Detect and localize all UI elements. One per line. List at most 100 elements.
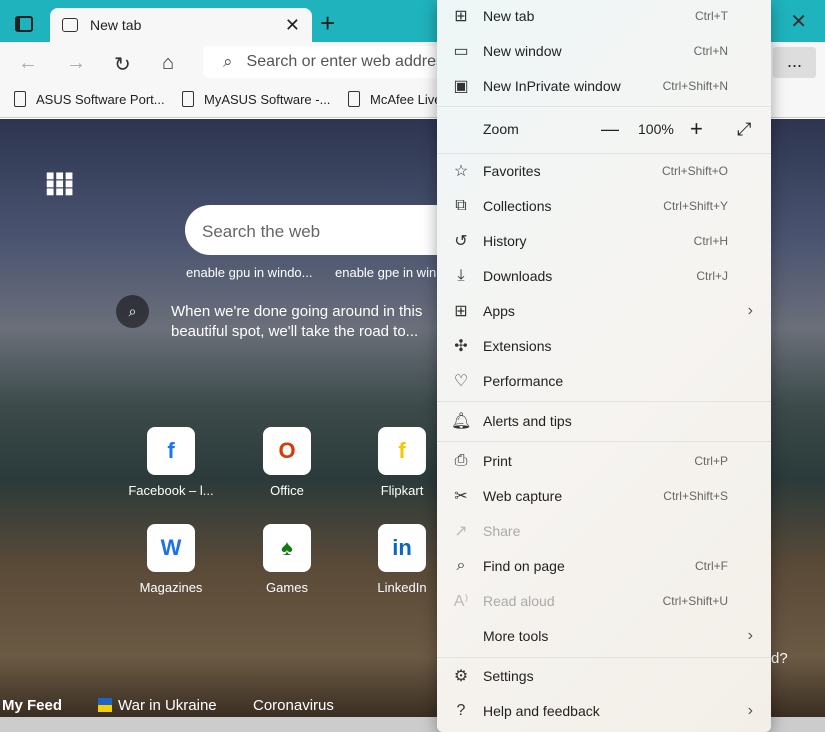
menu-item[interactable]: ? Help and feedback › [437, 694, 771, 728]
new-tab-button[interactable]: + [320, 8, 335, 39]
tab-actions-icon[interactable] [15, 16, 33, 32]
image-caption[interactable]: When we're done going around in this bea… [171, 302, 441, 342]
menu-item-label: Collections [483, 198, 552, 214]
favorites-icon: ☆ [453, 163, 469, 180]
menu-item-label: Help and feedback [483, 703, 600, 719]
web-search-input[interactable]: Search the web [185, 205, 445, 255]
menu-item[interactable]: More tools › [437, 619, 771, 653]
fullscreen-button[interactable]: ⤢ [737, 119, 751, 140]
apps-icon: ⊞ [454, 303, 468, 320]
menu-item-label: New window [483, 43, 562, 59]
menu-item[interactable]: ✂ Web capture Ctrl+Shift+S [437, 479, 771, 513]
back-icon[interactable]: ← [18, 52, 38, 75]
quick-link-tile[interactable]: O Office [242, 427, 332, 498]
shortcut: Ctrl+P [694, 454, 728, 468]
quick-link-tile[interactable]: W Magazines [126, 524, 216, 595]
menu-item[interactable]: ↗ Share [437, 514, 771, 548]
tab-new-tab[interactable]: New tab ✕ [50, 8, 312, 42]
collections-icon: ⧉ [455, 197, 467, 214]
page-icon [182, 91, 194, 107]
menu-divider [437, 657, 771, 658]
menu-item[interactable]: ⚙ Settings [437, 659, 771, 693]
site-logo-icon: f [378, 427, 426, 475]
quick-link-tile[interactable]: f Facebook – l... [126, 427, 216, 498]
performance-icon: ♡ [453, 373, 469, 390]
zoom-label: Zoom [483, 121, 519, 137]
app-launcher-icon[interactable]: ■■■ ■■■ ■■■ [46, 168, 74, 198]
menu-item-label: Alerts and tips [483, 413, 572, 429]
search-suggestion[interactable]: enable gpe in win [335, 265, 436, 280]
menu-item[interactable]: ⎙ Print Ctrl+P [437, 444, 771, 478]
find-icon: ⌕ [456, 557, 466, 574]
tile-label: LinkedIn [377, 580, 427, 595]
menu-item[interactable]: ✣ Extensions [437, 329, 771, 363]
downloads-icon: ⤓ [457, 267, 465, 284]
search-suggestion[interactable]: enable gpu in windo... [186, 265, 312, 280]
feed-tab-ukraine[interactable]: War in Ukraine [98, 697, 217, 714]
menu-item-label: New tab [483, 8, 535, 24]
alerts-icon: 🔔︎ [451, 413, 472, 430]
site-logo-icon: W [147, 524, 195, 572]
bookmark[interactable]: ASUS Software Port... [14, 91, 165, 107]
menu-item[interactable]: A⁾ Read aloud Ctrl+Shift+U [437, 584, 771, 618]
menu-item-label: Find on page [483, 558, 565, 574]
shortcut: Ctrl+Shift+S [663, 489, 728, 503]
refresh-icon[interactable]: ↻ [114, 52, 131, 77]
history-icon: ↺ [454, 233, 468, 250]
zoom-out-button[interactable]: — [601, 119, 619, 140]
tile-label: Magazines [139, 580, 203, 595]
menu-item-label: History [483, 233, 527, 249]
menu-item-label: Downloads [483, 268, 553, 284]
address-bar[interactable]: ⌕ Search or enter web address [203, 46, 463, 78]
site-logo-icon: ♠ [263, 524, 311, 572]
menu-item[interactable]: ☆ Favorites Ctrl+Shift+O [437, 154, 771, 188]
image-search-icon[interactable]: ⌕ [116, 295, 149, 328]
feed-tab-my-feed[interactable]: My Feed [2, 697, 62, 714]
forward-icon[interactable]: → [66, 52, 86, 75]
tab-title: New tab [90, 17, 142, 33]
shortcut: Ctrl+Shift+Y [663, 199, 728, 213]
extensions-icon: ✣ [454, 338, 468, 355]
menu-item[interactable]: ⧉ Collections Ctrl+Shift+Y [437, 189, 771, 223]
menu-item[interactable]: ⊞ New tab Ctrl+T [437, 0, 771, 33]
zoom-in-button[interactable]: + [690, 116, 703, 142]
menu-item-label: Web capture [483, 488, 563, 504]
shortcut: Ctrl+J [696, 269, 728, 283]
menu-item[interactable]: ⌕ Find on page Ctrl+F [437, 549, 771, 583]
bookmark[interactable]: McAfee Live [348, 91, 442, 107]
quick-link-tile[interactable]: f Flipkart [357, 427, 447, 498]
menu-item[interactable]: ▭ New window Ctrl+N [437, 34, 771, 68]
home-icon[interactable]: ⌂ [162, 52, 174, 75]
feed-tab-coronavirus[interactable]: Coronavirus [253, 697, 334, 714]
menu-item[interactable]: 🔔︎ Alerts and tips [437, 404, 771, 438]
menu-item[interactable]: ♡ Performance [437, 364, 771, 398]
menu-item-label: Read aloud [483, 593, 555, 609]
menu-item-label: More tools [483, 628, 549, 644]
site-logo-icon: in [378, 524, 426, 572]
zoom-value: 100% [638, 121, 674, 137]
quick-link-tile[interactable]: in LinkedIn [357, 524, 447, 595]
menu-item-label: Apps [483, 303, 515, 319]
inprivate-icon: ▣ [453, 78, 469, 95]
chevron-right-icon: › [747, 627, 753, 644]
page-icon [348, 91, 360, 107]
web-capture-icon: ✂ [454, 488, 468, 505]
tab-page-icon [62, 18, 78, 32]
new-window-icon: ▭ [453, 43, 469, 60]
quick-link-tile[interactable]: ♠ Games [242, 524, 332, 595]
partial-text: d? [771, 650, 788, 667]
close-window-icon[interactable]: ✕ [790, 9, 807, 34]
bookmark[interactable]: MyASUS Software -... [182, 91, 330, 107]
menu-divider [437, 106, 771, 107]
menu-item-label: New InPrivate window [483, 78, 621, 94]
close-tab-icon[interactable]: ✕ [285, 15, 300, 36]
menu-item[interactable]: ⤓ Downloads Ctrl+J [437, 259, 771, 293]
menu-item[interactable]: ▣ New InPrivate window Ctrl+Shift+N [437, 69, 771, 103]
shortcut: Ctrl+T [695, 9, 728, 23]
settings-more-button[interactable]: ... [773, 47, 816, 78]
shortcut: Ctrl+Shift+U [662, 594, 728, 608]
menu-item[interactable]: ⊞ Apps › [437, 294, 771, 328]
zoom-row: Zoom — 100% + ⤢ [437, 112, 771, 146]
menu-item[interactable]: ↺ History Ctrl+H [437, 224, 771, 258]
menu-item-label: Favorites [483, 163, 541, 179]
